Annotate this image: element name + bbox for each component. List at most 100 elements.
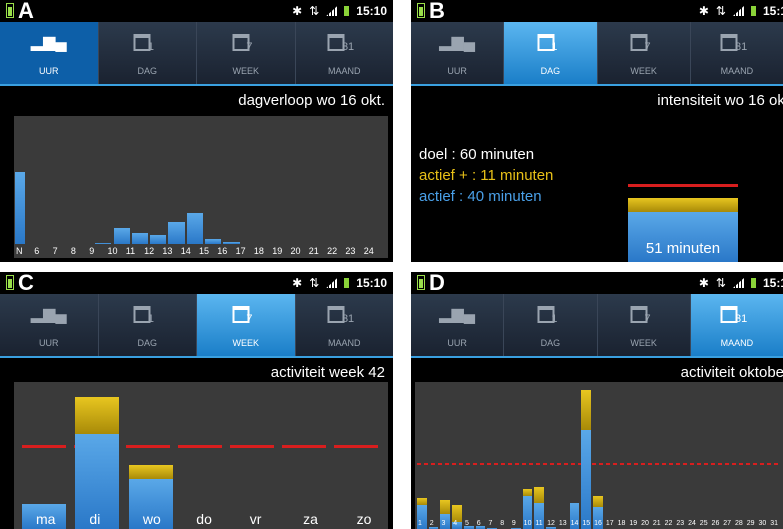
calendar-icon: 7: [232, 34, 253, 56]
x-tick-label: 19: [272, 246, 283, 256]
x-tick-label: 5: [464, 520, 469, 527]
intensity-bar-yellow: [628, 198, 738, 212]
x-tick-label: 6: [34, 246, 40, 256]
x-tick-label: 20: [641, 520, 649, 527]
tab-dag[interactable]: 1 DAG: [99, 22, 197, 84]
chart-title: intensiteit wo 16 okt: [657, 92, 783, 109]
x-tick-label: 12: [547, 520, 555, 527]
calendar-icon: 7: [630, 306, 651, 328]
x-tick-label: 23: [345, 246, 356, 256]
status-bar: ✱ ⇅ 15:10: [0, 0, 393, 22]
chart-title: activiteit week 42: [270, 364, 385, 381]
x-tick-label: 10: [523, 520, 532, 527]
goal-line: [628, 184, 738, 187]
tab-maand[interactable]: 31 MAAND: [690, 294, 783, 356]
bar-actief-plus: [534, 487, 545, 503]
bar-chart-icon: ▂▆▄: [439, 306, 476, 323]
bar: [131, 233, 149, 244]
calendar-icon: 1: [133, 34, 154, 56]
tab-label: MAAND: [720, 66, 754, 76]
x-tick-label: 14: [180, 246, 191, 256]
x-tick-label: 15: [582, 520, 591, 527]
panel-a: ✱ ⇅ 15:10 A ▂▆▄ UUR 1 DAG 7 WEEK 31 MAAN…: [0, 0, 393, 262]
battery-icon: [750, 278, 756, 288]
tab-uur[interactable]: ▂▆▄ UUR: [0, 22, 99, 84]
status-time: 15:1: [762, 4, 783, 18]
battery-charging-icon: [417, 275, 425, 290]
x-tick-label: 13: [162, 246, 173, 256]
bluetooth-icon: ✱: [698, 4, 709, 18]
hourly-chart: N 6 7 8 9 10 11 12 13 14 15 16 17 18 19 20 21 22 23 24: [14, 116, 388, 258]
panel-letter: D: [429, 272, 445, 295]
tab-label: MAAND: [327, 66, 361, 76]
active-text: actief : 40 minuten: [419, 188, 542, 205]
bar: [168, 221, 185, 244]
tab-week[interactable]: 7 WEEK: [197, 22, 296, 84]
battery-charging-icon: [6, 275, 14, 290]
signal-icon: [326, 6, 338, 16]
bar: [150, 235, 167, 244]
goal-line: [417, 463, 781, 465]
tab-label: WEEK: [630, 338, 657, 348]
data-transfer-icon: ⇅: [309, 4, 320, 18]
battery-charging-icon: [6, 3, 14, 18]
bar: [113, 227, 130, 244]
tab-dag[interactable]: 1 DAG: [99, 294, 197, 356]
total-minutes: 51 minuten: [645, 240, 721, 257]
x-tick-label: 26: [711, 520, 720, 527]
bar-chart-icon: ▂▆▄: [30, 306, 67, 323]
tab-uur[interactable]: ▂▆▄ UUR: [0, 294, 99, 356]
panel-b: ✱ ⇅ 15:1 B ▂▆▄ UUR 1 DAG 7 WEEK 31 MAAND…: [411, 0, 783, 262]
signal-icon: [732, 6, 744, 16]
bar-actief-plus: [128, 464, 173, 479]
status-time: 15:10: [356, 4, 387, 18]
tab-label: MAAND: [327, 338, 361, 348]
tab-label: DAG: [540, 66, 561, 76]
x-tick-label: 22: [327, 246, 338, 256]
tab-maand[interactable]: 31 MAAND: [296, 22, 394, 84]
bar-chart-icon: ▂▆▄: [30, 34, 67, 51]
x-tick-label: 11: [535, 520, 543, 527]
tab-week[interactable]: 7 WEEK: [598, 22, 691, 84]
tab-dag[interactable]: 1 DAG: [504, 294, 598, 356]
tab-label: UUR: [447, 338, 467, 348]
battery-icon: [750, 6, 756, 16]
calendar-icon: 1: [537, 306, 557, 328]
monthly-chart: 1 2 3 4 5 6 7 8 9 10 11 12 13 14 15 16 17 18 19 20 21 22 23 24 2…: [415, 382, 783, 529]
x-tick-label: 9: [89, 246, 95, 256]
bar-actief-plus: [522, 489, 533, 496]
x-tick-label: zo: [356, 511, 372, 527]
tab-uur[interactable]: ▂▆▄ UUR: [411, 294, 505, 356]
x-tick-label: za: [303, 511, 318, 527]
x-tick-label: ma: [36, 511, 56, 527]
bluetooth-icon: ✱: [698, 276, 709, 290]
x-tick-label: 24: [363, 246, 374, 256]
chart-title: dagverloop wo 16 okt.: [238, 92, 385, 109]
data-transfer-icon: ⇅: [715, 276, 726, 290]
x-tick-label: 6: [476, 520, 481, 527]
tab-maand[interactable]: 31 MAAND: [691, 22, 783, 84]
x-tick-label: 17: [605, 520, 614, 527]
tab-uur[interactable]: ▂▆▄ UUR: [411, 22, 505, 84]
data-transfer-icon: ⇅: [309, 276, 320, 290]
x-tick-label: N: [16, 246, 23, 256]
tab-label: DAG: [137, 66, 157, 76]
bar: [15, 172, 25, 244]
tab-dag[interactable]: 1 DAG: [504, 22, 598, 84]
panel-letter: B: [429, 0, 445, 23]
tab-label: MAAND: [720, 338, 754, 348]
calendar-icon: 7: [630, 34, 651, 56]
goal-text: doel : 60 minuten: [419, 146, 535, 163]
battery-charging-icon: [417, 3, 425, 18]
x-tick-label: 18: [253, 246, 264, 256]
signal-icon: [732, 278, 744, 288]
tab-week[interactable]: 7 WEEK: [197, 294, 296, 356]
panel-d: ✱ ⇅ 15:1 D ▂▆▄ UUR 1 DAG 7 WEEK 31 MAAND…: [411, 272, 783, 529]
tab-label: DAG: [137, 338, 157, 348]
bar-chart-icon: ▂▆▄: [439, 34, 476, 51]
tab-week[interactable]: 7 WEEK: [598, 294, 691, 356]
calendar-icon: 1: [537, 34, 557, 56]
tab-maand[interactable]: 31 MAAND: [296, 294, 394, 356]
x-tick-label: 13: [558, 520, 567, 527]
x-tick-label: 12: [144, 246, 155, 256]
